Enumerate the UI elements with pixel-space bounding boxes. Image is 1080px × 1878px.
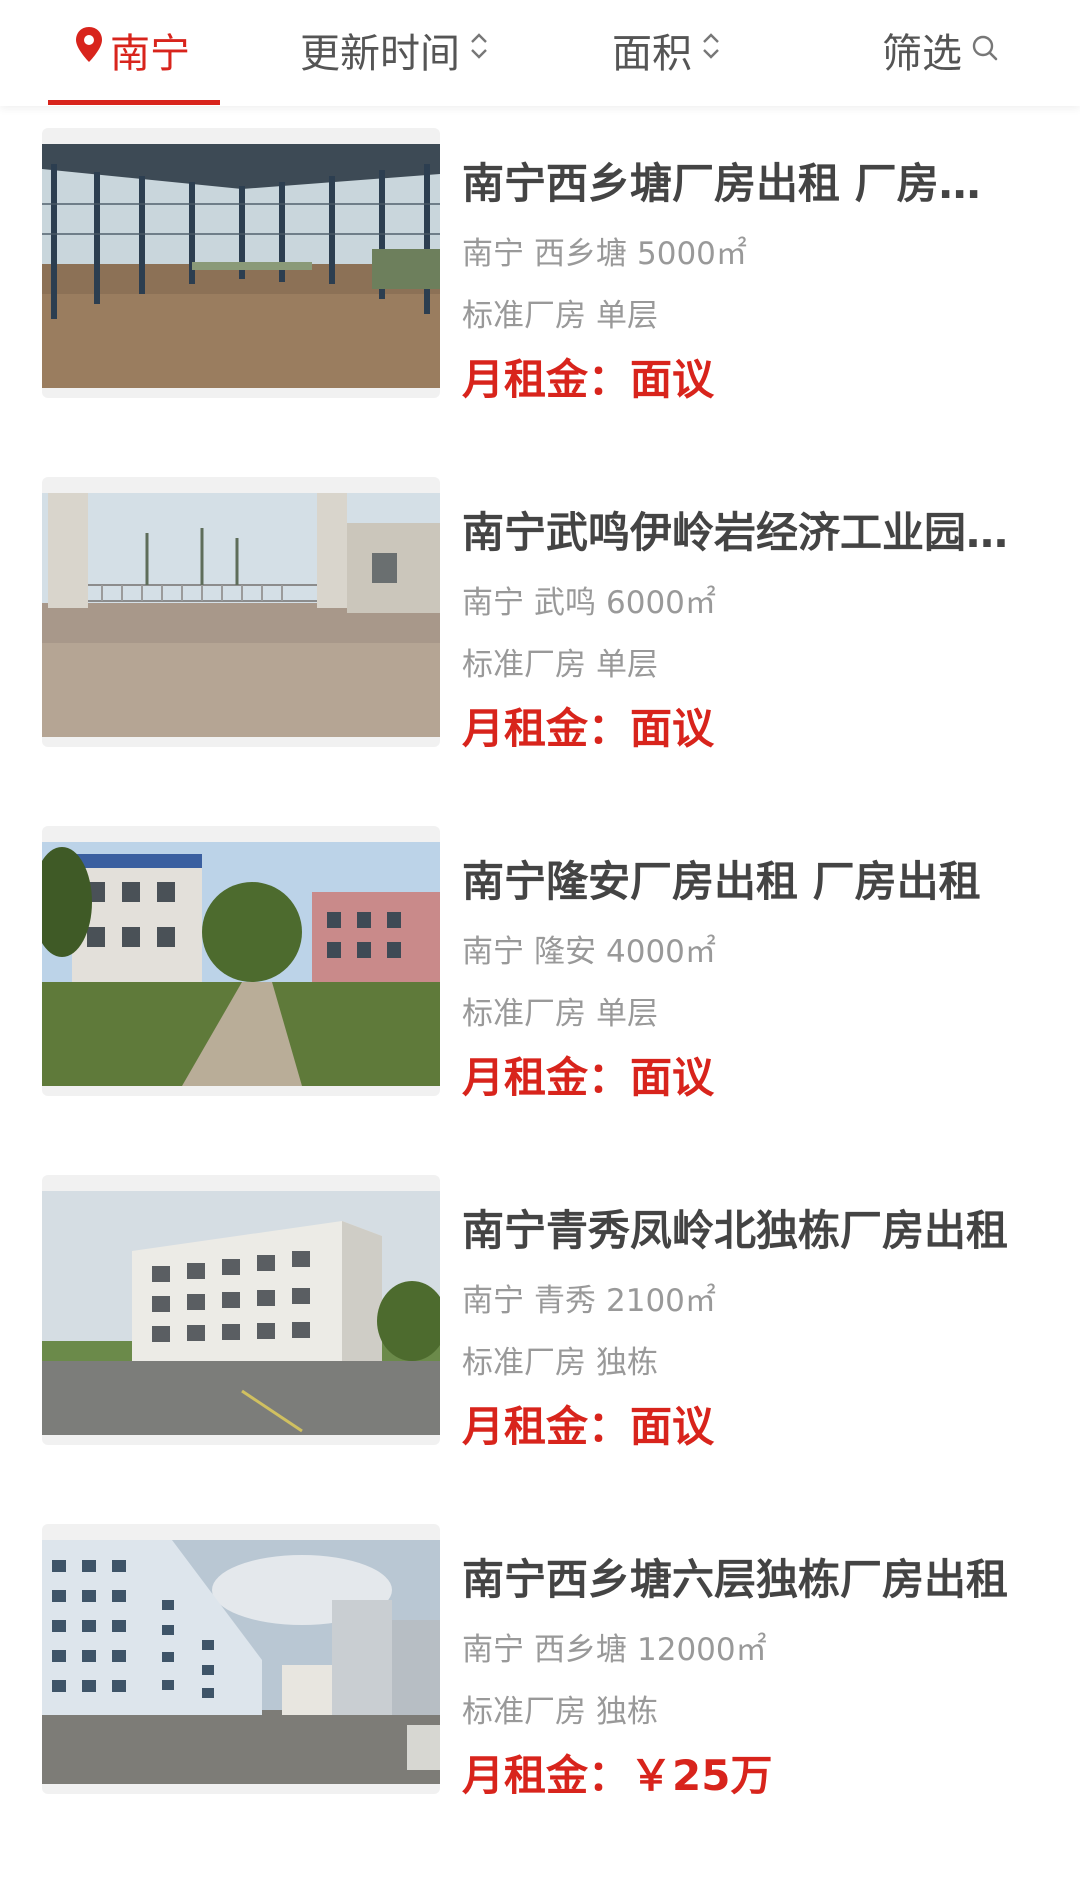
active-tab-indicator [48, 100, 220, 105]
listing-city: 南宁 [462, 236, 524, 272]
search-icon [970, 27, 1000, 73]
price-label: 月租金： [462, 355, 631, 404]
listing-structure: 单层 [596, 298, 658, 334]
listing-city: 南宁 [462, 585, 524, 621]
price-value: 面议 [630, 704, 715, 753]
filter-bar: 南宁 更新时间 面积 筛选 [0, 0, 1080, 106]
listing-area: 2100㎡ [606, 1283, 716, 1319]
listing-area: 12000㎡ [637, 1632, 767, 1668]
price-label: 月租金： [462, 704, 631, 753]
listing-photo[interactable] [42, 1191, 440, 1435]
listing-location: 南宁 武鸣 6000㎡ [462, 577, 716, 622]
listing-title[interactable]: 南宁西乡塘六层独栋厂房出租 [462, 1546, 1018, 1607]
listing-city: 南宁 [462, 1632, 524, 1668]
listing-structure: 独栋 [596, 1345, 658, 1381]
listing-area: 5000㎡ [637, 236, 747, 272]
listing-photo[interactable] [42, 144, 440, 388]
listing-card[interactable]: 南宁青秀凤岭北独栋厂房出租 南宁 青秀 2100㎡ 标准厂房 独栋 月租金：面议 [0, 1153, 1080, 1502]
price-value: 面议 [630, 1402, 715, 1451]
sort-arrows-icon [700, 27, 722, 73]
listing-title[interactable]: 南宁西乡塘厂房出租 厂房出租 [462, 150, 1018, 211]
listing-price: 月租金：面议 [462, 1393, 714, 1454]
listing-area: 4000㎡ [606, 934, 716, 970]
listing-district: 西乡塘 [534, 236, 627, 272]
listing-photo[interactable] [42, 842, 440, 1086]
listing-location: 南宁 青秀 2100㎡ [462, 1275, 716, 1320]
listing-price: 月租金：面议 [462, 695, 714, 756]
listing-tags: 标准厂房 单层 [462, 639, 658, 684]
listing-city: 南宁 [462, 934, 524, 970]
price-value: ￥25万 [630, 1751, 773, 1800]
tab-update-time[interactable]: 更新时间 [300, 0, 490, 100]
listing-title[interactable]: 南宁隆安厂房出租 厂房出租 [462, 848, 1018, 909]
tab-location[interactable]: 南宁 [74, 0, 190, 100]
listing-tags: 标准厂房 独栋 [462, 1686, 658, 1731]
listing-price: 月租金：面议 [462, 1044, 714, 1105]
listing-title[interactable]: 南宁青秀凤岭北独栋厂房出租 [462, 1197, 1018, 1258]
listing-card[interactable]: 南宁隆安厂房出租 厂房出租 南宁 隆安 4000㎡ 标准厂房 单层 月租金：面议 [0, 804, 1080, 1153]
listing-card[interactable]: 南宁武鸣伊岭岩经济工业园厂房 南宁 武鸣 6000㎡ 标准厂房 单层 月租金：面议 [0, 455, 1080, 804]
sort-arrows-icon [468, 27, 490, 73]
price-value: 面议 [630, 355, 715, 404]
listing-photo-frame [42, 477, 440, 747]
area-label: 面积 [612, 31, 692, 77]
listing-price: 月租金：￥25万 [462, 1742, 772, 1803]
listing-tags: 标准厂房 单层 [462, 290, 658, 335]
listing-district: 武鸣 [534, 585, 596, 621]
price-label: 月租金： [462, 1402, 631, 1451]
listing-type: 标准厂房 [462, 1345, 586, 1381]
listing-card[interactable]: 南宁西乡塘六层独栋厂房出租 南宁 西乡塘 12000㎡ 标准厂房 独栋 月租金：￥25… [0, 1502, 1080, 1851]
listing-location: 南宁 西乡塘 12000㎡ [462, 1624, 767, 1669]
listing-type: 标准厂房 [462, 298, 586, 334]
listing-photo-frame [42, 826, 440, 1096]
listing-photo-frame [42, 1524, 440, 1794]
listing-price: 月租金：面议 [462, 346, 714, 407]
listing-card[interactable]: 南宁西乡塘厂房出租 厂房出租 南宁 西乡塘 5000㎡ 标准厂房 单层 月租金：面议 [0, 106, 1080, 455]
listing-area: 6000㎡ [606, 585, 716, 621]
listing-district: 隆安 [534, 934, 596, 970]
listing-title[interactable]: 南宁武鸣伊岭岩经济工业园厂房 [462, 499, 1018, 560]
location-label: 南宁 [110, 31, 190, 77]
listing-photo[interactable] [42, 493, 440, 737]
listing-structure: 独栋 [596, 1694, 658, 1730]
listing-tags: 标准厂房 单层 [462, 988, 658, 1033]
listing-location: 南宁 隆安 4000㎡ [462, 926, 716, 971]
tab-area[interactable]: 面积 [612, 0, 722, 100]
listing-city: 南宁 [462, 1283, 524, 1319]
tab-filter[interactable]: 筛选 [882, 0, 1000, 100]
listing-district: 青秀 [534, 1283, 596, 1319]
listing-photo-frame [42, 128, 440, 398]
filter-label: 筛选 [882, 31, 962, 77]
listing-photo-frame [42, 1175, 440, 1445]
listing-location: 南宁 西乡塘 5000㎡ [462, 228, 747, 273]
listing-structure: 单层 [596, 647, 658, 683]
location-pin-icon [74, 26, 104, 74]
update-time-label: 更新时间 [300, 31, 460, 77]
listing-district: 西乡塘 [534, 1632, 627, 1668]
listing-photo[interactable] [42, 1540, 440, 1784]
listing-tags: 标准厂房 独栋 [462, 1337, 658, 1382]
price-label: 月租金： [462, 1053, 631, 1102]
price-value: 面议 [630, 1053, 715, 1102]
listing-structure: 单层 [596, 996, 658, 1032]
price-label: 月租金： [462, 1751, 631, 1800]
listing-type: 标准厂房 [462, 1694, 586, 1730]
listing-type: 标准厂房 [462, 996, 586, 1032]
listing-type: 标准厂房 [462, 647, 586, 683]
